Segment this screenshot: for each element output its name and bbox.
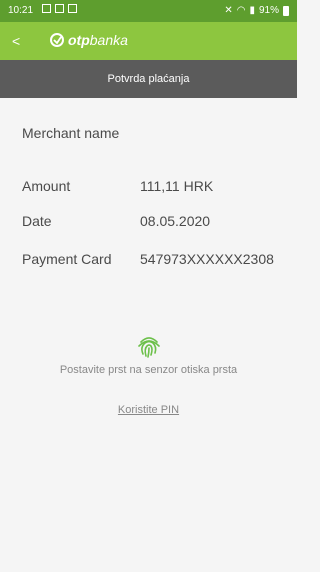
status-time: 10:21 (8, 5, 34, 16)
otp-logo-icon (50, 33, 64, 47)
card-label: Payment Card (22, 251, 112, 267)
mute-icon: ✕ (224, 5, 233, 16)
merchant-row: Merchant name (22, 124, 282, 160)
status-right-icons: ✕ ◠ ▮ 91% (224, 5, 289, 16)
card-value: 547973XXXXXX2308 (140, 251, 274, 267)
wifi-icon: ◠ (236, 5, 246, 16)
fingerprint-icon (138, 337, 160, 358)
use-pin-link[interactable]: Koristite PIN (0, 404, 297, 416)
chevron-left-icon: < (12, 33, 21, 49)
battery-icon (283, 5, 289, 16)
signal-icon: ▮ (249, 5, 255, 16)
back-button[interactable]: < (12, 31, 32, 51)
page-title: Potvrda plaćanja (0, 60, 297, 98)
date-label: Date (22, 213, 52, 229)
date-value: 08.05.2020 (140, 213, 211, 229)
message-icon (68, 4, 77, 13)
fingerprint-hint: Postavite prst na senzor otiska prsta (59, 364, 238, 376)
amount-label: Amount (22, 178, 71, 194)
status-bar: 10:21 ✕ ◠ ▮ 91% (0, 0, 297, 22)
amount-value: 111,11 HRK (140, 178, 214, 194)
brand-logo: otpbanka (50, 32, 128, 48)
status-left-icons (42, 4, 77, 13)
gallery-icon (42, 4, 51, 13)
app-bar: < otpbanka (0, 22, 297, 60)
brand-name: otpbanka (68, 32, 128, 48)
merchant-label: Merchant name (22, 125, 120, 141)
download-icon (55, 4, 64, 13)
battery-percent: 91% (258, 5, 279, 16)
